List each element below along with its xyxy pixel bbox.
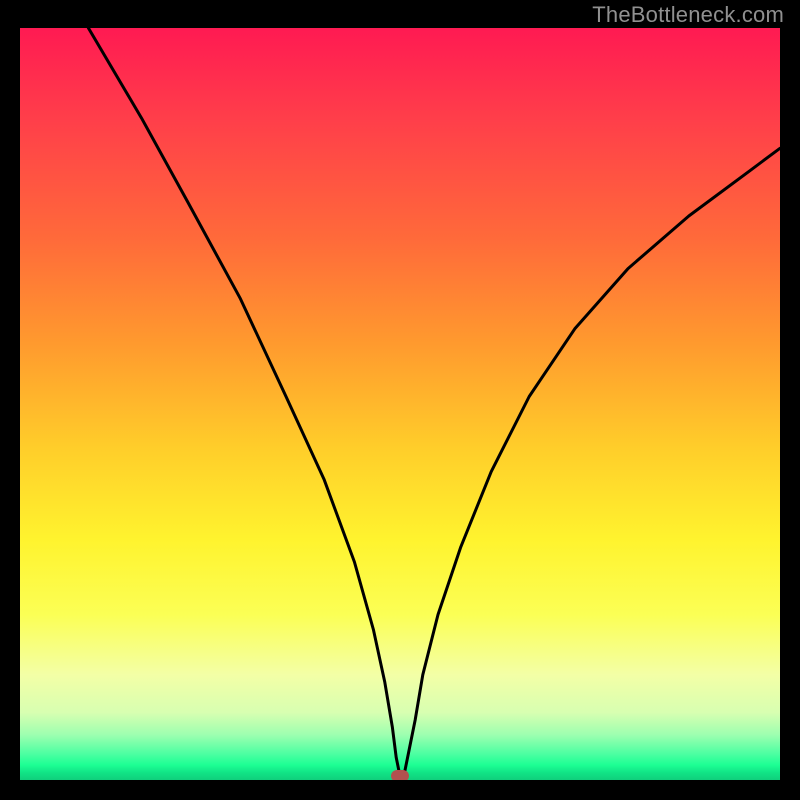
curve-svg: [20, 28, 780, 780]
watermark-text: TheBottleneck.com: [592, 2, 784, 28]
bottleneck-curve: [88, 28, 780, 776]
chart-container: TheBottleneck.com: [0, 0, 800, 800]
plot-area: [20, 28, 780, 780]
optimal-marker: [391, 770, 409, 780]
